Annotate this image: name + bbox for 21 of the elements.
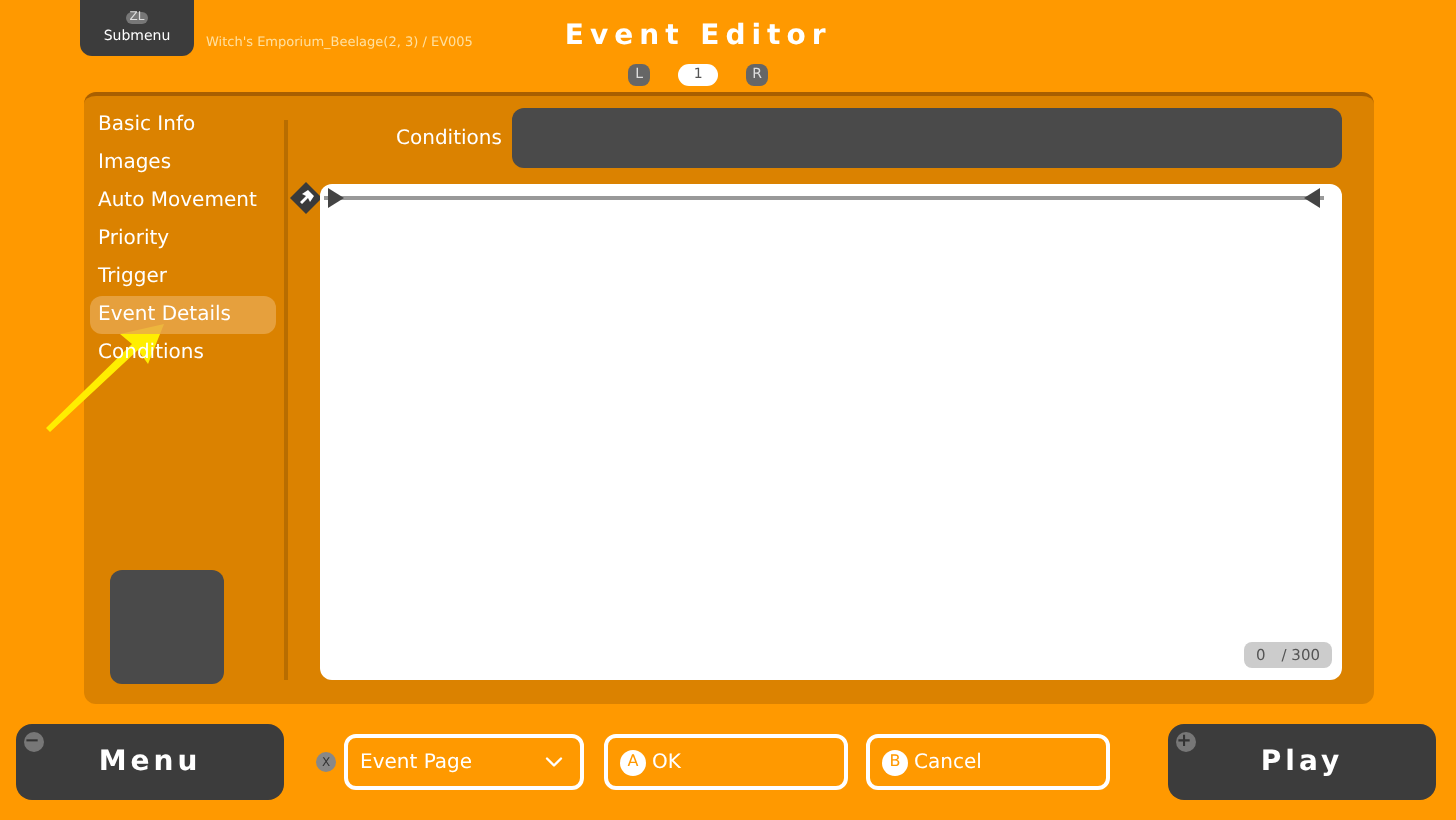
ok-button[interactable]: A OK bbox=[604, 734, 848, 790]
sidebar-item[interactable]: Event Details bbox=[90, 296, 276, 334]
key-hint: A bbox=[620, 749, 646, 775]
page-dropdown[interactable]: Event Page bbox=[344, 734, 584, 790]
sidebar-item[interactable]: Priority bbox=[90, 220, 276, 258]
cancel-button[interactable]: B Cancel bbox=[866, 734, 1110, 790]
conditions-field[interactable] bbox=[512, 108, 1342, 168]
pin-icon[interactable] bbox=[290, 182, 322, 214]
window-title: Event Editor bbox=[564, 18, 832, 56]
conditions-label: Conditions bbox=[396, 125, 504, 153]
play-button[interactable]: Play + bbox=[1168, 724, 1436, 800]
key-hint: B bbox=[882, 749, 908, 775]
sidebar-item[interactable]: Conditions bbox=[90, 334, 276, 372]
preview-thumbnail bbox=[110, 570, 224, 684]
menu-button[interactable]: Menu − bbox=[16, 724, 284, 800]
sidebar-item[interactable]: Images bbox=[90, 144, 276, 182]
plus-icon: + bbox=[1176, 732, 1196, 752]
sidebar-item[interactable]: Auto Movement bbox=[90, 182, 276, 220]
minus-icon: − bbox=[24, 732, 44, 752]
sidebar-item[interactable]: Trigger bbox=[90, 258, 276, 296]
sidebar-item[interactable]: Basic Info bbox=[90, 106, 276, 144]
